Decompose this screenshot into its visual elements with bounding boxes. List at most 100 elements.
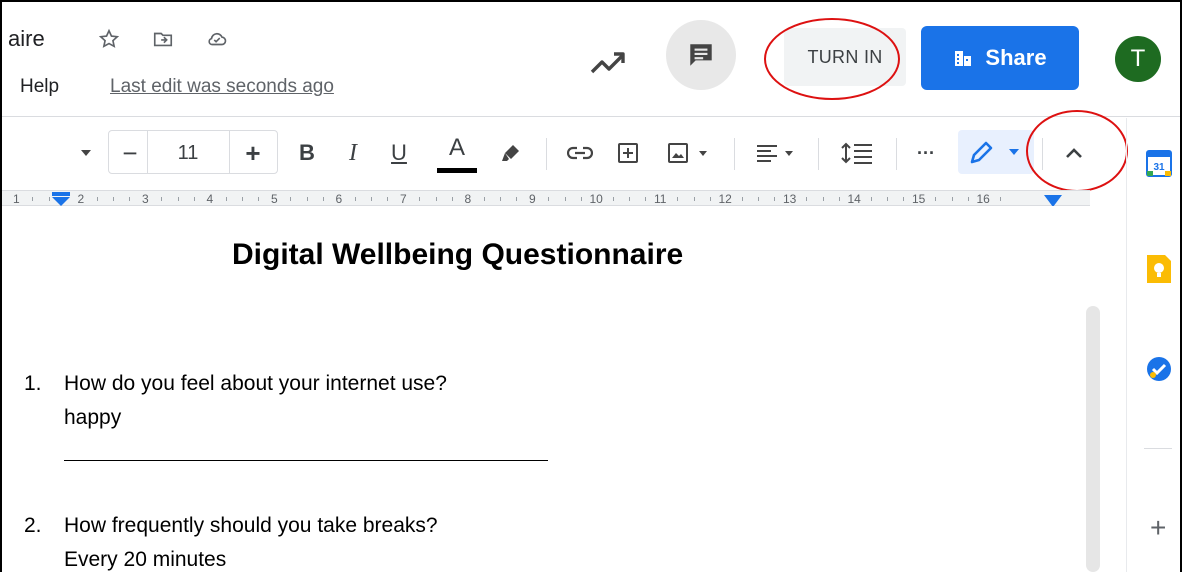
turn-in-button[interactable]: TURN IN	[784, 28, 906, 86]
ruler-tick	[96, 197, 98, 201]
answer-text: Every 20 minutes	[64, 548, 227, 571]
ruler-tick	[32, 197, 33, 201]
domain-icon	[955, 51, 972, 66]
ruler-number: 3	[142, 192, 149, 206]
line-spacing-icon[interactable]	[832, 134, 882, 172]
ruler-number: 6	[335, 192, 343, 206]
ruler-number: 2	[77, 192, 85, 206]
calendar-icon[interactable]: 31	[1140, 144, 1178, 182]
editing-mode-button[interactable]	[958, 130, 1034, 174]
underline-button[interactable]: U	[382, 134, 416, 172]
answer-text: happy	[64, 406, 122, 429]
star-icon[interactable]	[96, 26, 122, 52]
calendar-day: 31	[1153, 162, 1165, 173]
ruler-tick	[999, 197, 1001, 201]
ruler-tick	[741, 197, 743, 201]
ruler-number: 8	[464, 192, 472, 206]
cloud-saved-icon[interactable]	[204, 26, 230, 52]
ruler-tick	[419, 197, 420, 201]
add-comment-icon[interactable]	[610, 134, 646, 172]
ruler-tick	[903, 197, 904, 201]
ruler-tick	[677, 197, 678, 201]
ruler-tick	[693, 197, 695, 201]
font-dropdown-arrow-icon[interactable]	[72, 134, 100, 172]
ruler-tick	[371, 197, 372, 201]
ruler-tick	[435, 197, 437, 201]
ruler-tick	[612, 197, 614, 201]
ruler-tick	[935, 197, 936, 201]
document-heading: Digital Wellbeing Questionnaire	[232, 238, 684, 271]
ruler-tick	[951, 197, 953, 201]
mode-dropdown-arrow-icon	[1009, 149, 1019, 155]
insert-image-icon[interactable]	[660, 134, 720, 172]
ruler-tick	[629, 197, 630, 201]
ruler-number: 9	[529, 192, 536, 206]
document-title[interactable]: aire	[8, 26, 45, 52]
ruler-tick	[322, 197, 324, 201]
get-add-ons-plus-icon[interactable]: +	[1150, 514, 1166, 542]
ruler-number: 15	[912, 192, 926, 206]
horizontal-ruler[interactable]: 1 2 3 4 5 6 7 8 9 10 11 12 13 14 15 16	[2, 190, 1090, 206]
highlight-color-icon[interactable]	[494, 134, 528, 172]
ruler-tick	[242, 197, 243, 201]
ruler-tick	[870, 197, 872, 201]
header-divider	[2, 116, 1180, 117]
align-text-icon[interactable]	[748, 134, 808, 172]
question-number: 2.	[24, 514, 42, 537]
question-number: 1.	[24, 372, 42, 395]
vertical-scrollbar[interactable]	[1086, 306, 1100, 572]
text-color-label: A	[448, 134, 465, 161]
insert-link-icon[interactable]	[560, 134, 600, 172]
ruler-number: 1	[13, 192, 20, 206]
ruler-tick	[354, 197, 356, 201]
activity-dashboard-icon[interactable]	[588, 44, 628, 80]
question-text: How do you feel about your internet use?	[64, 372, 447, 395]
ruler-tick	[580, 197, 582, 201]
ruler-tick	[822, 197, 824, 201]
ruler-number: 16	[976, 192, 990, 206]
last-edit-link[interactable]: Last edit was seconds ago	[110, 76, 334, 98]
italic-button[interactable]: I	[336, 134, 370, 172]
account-avatar[interactable]: T	[1115, 36, 1161, 82]
side-panel-divider	[1126, 118, 1127, 572]
text-color-button[interactable]: A	[436, 134, 478, 172]
ruler-number: 7	[400, 192, 407, 206]
ruler-tick	[177, 197, 179, 201]
side-panel-separator	[1144, 448, 1172, 449]
ruler-tick	[774, 197, 775, 201]
ruler-tick	[306, 197, 308, 201]
ruler-tick	[290, 197, 291, 201]
ruler-tick	[758, 197, 759, 201]
ruler-tick	[387, 197, 388, 201]
ruler-number: 13	[783, 192, 797, 206]
hide-menus-chevron-up-icon[interactable]	[1054, 134, 1094, 172]
bold-button[interactable]: B	[290, 134, 324, 172]
more-options-button[interactable]: ···	[906, 134, 946, 172]
ruler-number: 12	[718, 192, 732, 206]
ruler-tick	[258, 197, 259, 201]
ruler-number: 4	[206, 192, 214, 206]
share-label: Share	[985, 45, 1047, 70]
text-color-swatch	[437, 168, 477, 173]
tasks-icon[interactable]	[1140, 350, 1178, 388]
keep-icon[interactable]	[1140, 250, 1178, 288]
ruler-number: 11	[654, 192, 667, 206]
ruler-tick	[483, 197, 485, 201]
ruler-tick	[967, 197, 969, 201]
ruler-tick	[806, 197, 807, 201]
increase-font-size-button[interactable]: +	[230, 134, 276, 172]
ruler-tick	[161, 197, 162, 201]
menu-help[interactable]: Help	[20, 76, 59, 98]
ruler-tick	[564, 197, 566, 201]
ruler-tick	[709, 197, 711, 201]
question-text: How frequently should you take breaks?	[64, 514, 438, 537]
ruler-tick	[838, 197, 840, 201]
comment-history-button[interactable]	[666, 20, 736, 90]
ruler-tick	[113, 197, 114, 201]
pencil-icon	[970, 141, 993, 164]
decrease-font-size-button[interactable]: −	[112, 134, 148, 172]
font-size-input[interactable]: 11	[148, 134, 228, 172]
move-to-folder-icon[interactable]	[150, 26, 176, 52]
share-button[interactable]: Share	[921, 26, 1079, 90]
answer-underline	[64, 460, 548, 461]
